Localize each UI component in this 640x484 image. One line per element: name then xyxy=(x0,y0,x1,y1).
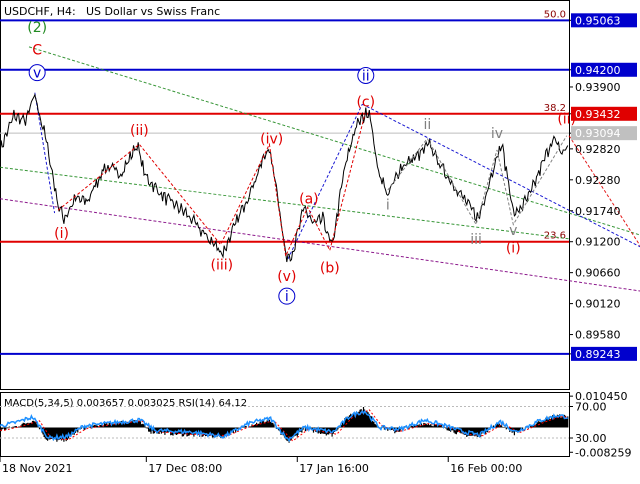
wave-label-6: (iv) xyxy=(260,132,283,148)
y-tick-label-3: 0.93094 xyxy=(575,127,621,140)
y-tick-label-12: 0.93900 xyxy=(575,81,621,94)
ind-tick-label-2: 30.00 xyxy=(575,432,607,445)
y-tick-label-11: 0.89243 xyxy=(575,348,621,361)
y-tick-label-2: 0.93432 xyxy=(575,108,621,121)
wave-label-10: (b) xyxy=(320,260,340,276)
y-tick-label-4: 0.92820 xyxy=(575,143,621,156)
wave-label-8: i xyxy=(285,289,289,305)
wave-label-18: (i) xyxy=(506,240,521,256)
chart-description: US Dollar vs Swiss Franc xyxy=(86,5,220,18)
y-tick-label-9: 0.90120 xyxy=(575,298,621,311)
wave-label-15: iii xyxy=(470,232,482,248)
wave-label-16: iv xyxy=(491,126,503,142)
wave-label-11: (c) xyxy=(356,94,375,110)
wave-label-9: (a) xyxy=(299,192,319,208)
y-tick-label-6: 0.91740 xyxy=(575,205,621,218)
wave-label-3: (i) xyxy=(54,226,69,242)
y-tick-label-5: 0.92280 xyxy=(575,174,621,187)
wave-label-5: (iii) xyxy=(210,258,233,274)
wave-label-17: v xyxy=(509,223,517,239)
wave-label-14: ii xyxy=(423,117,431,133)
ind-tick-label-1: 70.00 xyxy=(575,401,607,414)
wave-label-2: v xyxy=(33,66,41,82)
y-tick-label-7: 0.91200 xyxy=(575,236,621,249)
y-tick-label-10: 0.89580 xyxy=(575,329,621,342)
chart-symbol: USDCHF, H4: xyxy=(4,5,76,18)
wave-label-13: i xyxy=(386,197,390,213)
x-tick-label-2: 17 Jan 16:00 xyxy=(299,462,369,475)
fib-label-0: 50.0 xyxy=(544,9,566,20)
x-tick-label-1: 17 Dec 08:00 xyxy=(148,462,222,475)
x-tick-label-3: 16 Feb 00:00 xyxy=(450,462,522,475)
y-tick-label-1: 0.94200 xyxy=(575,64,621,77)
wave-label-1: C xyxy=(32,43,42,59)
y-tick-label-0: 0.95063 xyxy=(575,14,621,27)
x-tick-label-0: 18 Nov 2021 xyxy=(2,462,72,475)
wave-label-7: (v) xyxy=(277,269,296,285)
chart-window[interactable]: 50.0 38.2 23.6 (2) Cv (i) (ii) (iii) (iv) (v) i (a… xyxy=(0,0,640,480)
y-tick-label-8: 0.90660 xyxy=(575,267,621,280)
ind-tick-label-3: -0.008259 xyxy=(575,446,631,459)
indicator-title: MACD(5,34,5) 0.003657 0.003025 RSI(14) 6… xyxy=(4,398,247,409)
wave-label-0: (2) xyxy=(27,20,47,36)
wave-label-12: ii xyxy=(362,69,370,85)
wave-label-4: (ii) xyxy=(130,123,149,139)
